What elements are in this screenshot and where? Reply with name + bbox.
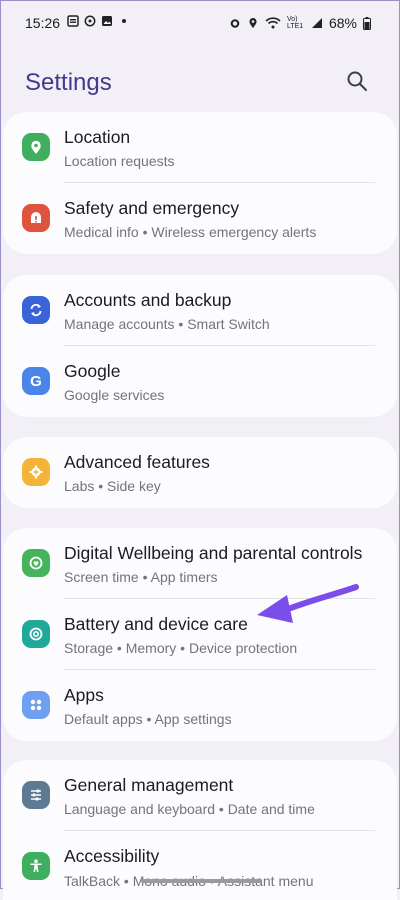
wifi-icon — [265, 17, 281, 29]
news-icon — [67, 15, 79, 27]
item-subtitle: Labs • Side key — [64, 478, 161, 494]
item-title: Digital Wellbeing and parental controls — [64, 543, 363, 563]
settings-item-google[interactable]: G Google Google services — [3, 346, 397, 417]
annotation-arrow-icon — [257, 584, 359, 623]
sliders-icon — [22, 781, 50, 809]
settings-group-privacy: Location Location requests Safety and em… — [3, 112, 397, 254]
system-icons: Vo) LTE1 68% — [229, 15, 371, 31]
item-subtitle: Screen time • App timers — [64, 569, 218, 585]
more-notifications-dot — [122, 19, 126, 23]
settings-item-accounts[interactable]: Accounts and backup Manage accounts • Sm… — [3, 275, 397, 346]
item-title: Apps — [64, 685, 104, 705]
whatsapp-icon — [84, 15, 96, 27]
location-icon — [22, 133, 50, 161]
item-subtitle: Default apps • App settings — [64, 711, 232, 727]
item-title: Location — [64, 127, 131, 147]
apps-icon — [22, 691, 50, 719]
status-time: 15:26 — [25, 15, 61, 31]
item-title: Safety and emergency — [64, 198, 240, 218]
settings-item-advanced-features[interactable]: Advanced features Labs • Side key — [3, 437, 397, 508]
battery-icon — [363, 16, 371, 30]
item-title: Accessibility — [64, 846, 160, 866]
settings-item-safety[interactable]: Safety and emergency Medical info • Wire… — [3, 183, 397, 254]
item-subtitle: Storage • Memory • Device protection — [64, 640, 298, 656]
notification-icons — [67, 15, 126, 27]
item-subtitle: Manage accounts • Smart Switch — [64, 316, 270, 332]
network-label: Vo) LTE1 — [286, 16, 304, 30]
battery-level: 68% — [328, 15, 357, 31]
accessibility-icon — [22, 852, 50, 880]
item-subtitle: Language and keyboard • Date and time — [64, 801, 315, 817]
item-title: General management — [64, 775, 234, 795]
gesture-nav-bar[interactable] — [141, 879, 261, 883]
settings-group-advanced: Advanced features Labs • Side key — [3, 437, 397, 508]
signal-icon — [311, 18, 322, 28]
item-title: Google — [64, 361, 121, 381]
item-subtitle: Location requests — [64, 153, 175, 169]
settings-group-accounts: Accounts and backup Manage accounts • Sm… — [3, 275, 397, 417]
settings-group-device: Digital Wellbeing and parental controls … — [3, 528, 397, 741]
settings-item-location[interactable]: Location Location requests — [3, 112, 397, 183]
item-title: Battery and device care — [64, 614, 248, 634]
location-status-icon — [249, 18, 257, 28]
settings-item-accessibility[interactable]: Accessibility TalkBack • Mono audio • As… — [3, 831, 397, 900]
sync-icon — [22, 296, 50, 324]
gallery-icon — [102, 16, 112, 26]
status-bar: 15:26 Vo) LTE1 68% — [1, 1, 399, 45]
item-subtitle: Google services — [64, 387, 165, 403]
alert-icon — [22, 204, 50, 232]
search-icon[interactable] — [345, 69, 369, 93]
device-care-icon — [22, 620, 50, 648]
google-icon: G — [22, 367, 50, 395]
page-title: Settings — [25, 69, 112, 96]
item-title: Advanced features — [64, 452, 210, 472]
app-bar: Settings — [25, 65, 379, 101]
settings-item-general-management[interactable]: General management Language and keyboard… — [3, 760, 397, 831]
item-title: Accounts and backup — [64, 290, 232, 310]
gear-plus-icon — [22, 458, 50, 486]
item-subtitle: Medical info • Wireless emergency alerts — [64, 224, 317, 240]
wellbeing-icon — [22, 549, 50, 577]
settings-item-apps[interactable]: Apps Default apps • App settings — [3, 670, 397, 741]
alarm-icon — [230, 19, 240, 28]
